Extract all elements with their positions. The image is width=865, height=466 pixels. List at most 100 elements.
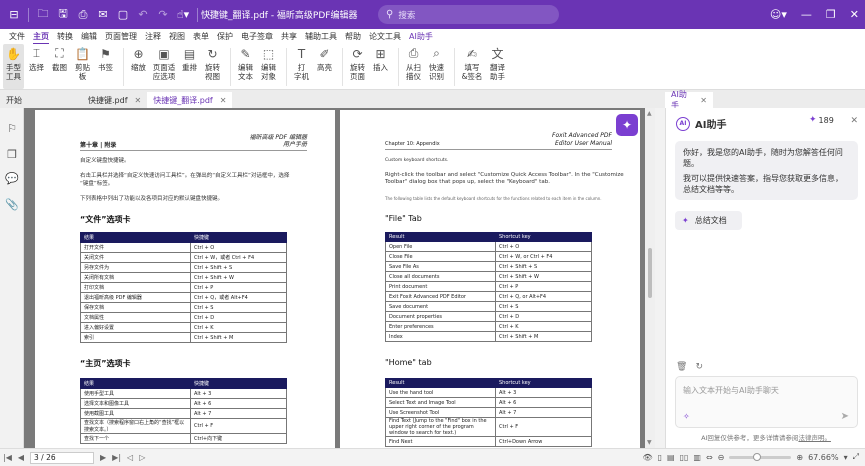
page-number-field[interactable]: 3 / 26 [30,451,95,464]
ai-disclaimer: AI回复仅供参考，更多详情请参阅法律声明。 [666,432,865,442]
tab-doc-translated[interactable]: 快捷键_翻译.pdf ✕ [147,92,233,108]
refresh-icon[interactable]: ↻ [695,362,703,372]
typewriter-tool[interactable]: T 打 字机 [291,44,312,89]
select-tool[interactable]: ⌶ 选择 [26,44,47,89]
menu-view[interactable]: 视图 [169,31,193,42]
rotate-view-tool[interactable]: ↻ 旋转 视图 [202,44,223,89]
from-scanner-tool[interactable]: ⎙ 从扫 描仪 [403,44,424,89]
email-icon[interactable]: ✉ [93,5,113,25]
scrollbar-thumb[interactable] [648,248,652,298]
hand-menu-icon[interactable]: ☝▾ [173,5,193,25]
ai-welcome-message: 你好，我是您的AI助手，随时为您解答任何问题。 我可以提供快速答案，指导您获取更… [675,141,858,200]
reflow-tool[interactable]: ▤ 重排 [179,44,200,89]
menu-convert[interactable]: 转换 [57,31,81,42]
two-page-icon[interactable]: ▯▯ [680,453,689,462]
menu-e-sign[interactable]: 电子签章 [241,31,281,42]
zoom-slider-knob[interactable] [753,452,762,461]
zoom-tool[interactable]: ⊕ 缩放 [128,44,149,89]
minimize-icon[interactable]: — [801,8,812,21]
print-icon[interactable]: ⎙ [73,5,93,25]
vertical-scrollbar[interactable]: ▲ ▼ [645,108,655,448]
menu-share[interactable]: 共享 [281,31,305,42]
ai-float-button[interactable]: ✦ [616,114,638,136]
close-tab-icon[interactable]: ✕ [135,96,142,105]
menu-page-manage[interactable]: 页面管理 [105,31,145,42]
zoom-in-icon[interactable]: ⊕ [796,453,803,462]
pages-panel-icon[interactable]: ❒ [6,148,18,161]
scroll-up-icon[interactable]: ▲ [647,110,652,117]
tab-ai-assistant[interactable]: AI助手 ✕ [665,90,713,110]
view-mode-icon[interactable]: 👁 [642,453,652,462]
redo-icon[interactable]: ↷ [153,5,173,25]
search-box[interactable]: ⚲ 搜索 [378,5,559,24]
zoom-dropdown-icon[interactable]: ▾ [844,453,848,462]
attachments-panel-icon[interactable]: 📎 [5,198,19,211]
highlight-tool[interactable]: ✐ 高亮 [314,44,335,89]
scroll-down-icon[interactable]: ▼ [647,439,652,446]
fit-page-icon: ▣ [158,46,170,61]
clear-chat-icon[interactable]: 🗑 [676,362,687,372]
next-page-icon[interactable]: ▶ [100,453,106,462]
bookmark-panel-icon[interactable]: ⚐ [6,122,18,135]
fullscreen-icon[interactable]: ⤢ [853,452,859,462]
table-cell-shortcut: Ctrl + K [190,322,287,333]
clipboard-tool[interactable]: 📋 剪贴 板 [72,44,93,89]
ai-chat-input[interactable]: 输入文本开始与AI助手聊天 ✧ ➤ [675,376,858,428]
rotate-page-tool[interactable]: ⟳ 旋转 页面 [347,44,368,89]
zoom-out-icon[interactable]: ⊖ [718,453,725,462]
document-viewer[interactable]: 福昕高级 PDF 编辑器 用户手册 第十章 | 附录 自定义键盘快捷键。 右击工… [24,108,645,448]
continuous-icon[interactable]: ▤ [667,453,675,462]
menu-comment[interactable]: 注释 [145,31,169,42]
table-cell-result: Save document [385,301,496,312]
fit-width-icon[interactable]: ⇔ [706,453,713,462]
new-doc-icon[interactable]: ▢ [113,5,133,25]
edit-object-tool[interactable]: ⬚ 编辑 对象 [258,44,279,89]
two-page-continuous-icon[interactable]: ▥ [693,453,701,462]
open-folder-icon[interactable]: 🗀 [33,5,53,25]
bookmark-tool[interactable]: ⚑ 书签 [95,44,116,89]
menu-accessibility[interactable]: 辅助工具 [305,31,345,42]
close-tab-icon[interactable]: ✕ [700,96,707,105]
menu-help[interactable]: 帮助 [345,31,369,42]
menu-protect[interactable]: 保护 [217,31,241,42]
zoom-slider[interactable] [729,452,792,461]
restore-icon[interactable]: ❐ [826,8,836,21]
save-icon[interactable]: 🖫 [53,5,73,25]
pdf-page-chinese: 福昕高级 PDF 编辑器 用户手册 第十章 | 附录 自定义键盘快捷键。 右击工… [35,110,335,448]
last-page-icon[interactable]: ▶| [112,453,121,462]
menu-file[interactable]: 文件 [9,31,33,42]
close-tab-icon[interactable]: ✕ [220,96,227,105]
ocr-tool[interactable]: ⌕ 快速 识别 [426,44,447,89]
prev-page-icon[interactable]: ◀ [18,453,24,462]
magic-wand-icon[interactable]: ✧ [683,412,690,421]
next-view-icon[interactable]: ▷ [139,453,145,462]
menu-form[interactable]: 表单 [193,31,217,42]
rotate-view-icon: ↻ [207,46,218,61]
tab-start[interactable]: 开始 [0,92,82,108]
summarize-document-button[interactable]: ✦ 总结文档 [675,211,742,230]
close-icon[interactable]: ✕ [850,8,859,21]
zoom-icon: ⊕ [133,46,144,61]
screenshot-tool[interactable]: ⛶ 截图 [49,44,70,89]
menu-ai-assistant[interactable]: AI助手 [409,31,441,42]
menu-home[interactable]: 主页 [33,31,57,45]
fit-page-tool[interactable]: ▣ 页面适 应选项 [151,44,177,89]
menu-edit[interactable]: 编辑 [81,31,105,42]
first-page-icon[interactable]: |◀ [3,453,12,462]
ai-panel-close-icon[interactable]: ✕ [850,116,858,126]
legal-notice-link[interactable]: 法律声明。 [798,434,831,442]
zoom-level[interactable]: 67.66% [808,453,839,462]
tab-doc-shortcuts[interactable]: 快捷键.pdf ✕ [82,92,147,108]
send-icon[interactable]: ➤ [841,411,849,422]
insert-tool[interactable]: ⊞ 插入 [370,44,391,89]
edit-text-tool[interactable]: ✎ 编辑 文本 [235,44,256,89]
fill-sign-tool[interactable]: ✍ 填写 &签名 [459,44,485,89]
user-icon[interactable]: ☺▾ [770,8,787,21]
hand-tool[interactable]: ✋ 手型 工具 [3,44,24,89]
comments-panel-icon[interactable]: 💬 [5,172,19,185]
translate-tool[interactable]: 文翻译 助手 [487,44,508,89]
menu-thesis-tools[interactable]: 论文工具 [369,31,409,42]
undo-icon[interactable]: ↶ [133,5,153,25]
prev-view-icon[interactable]: ◁ [127,453,133,462]
single-page-icon[interactable]: ▯ [658,453,662,462]
